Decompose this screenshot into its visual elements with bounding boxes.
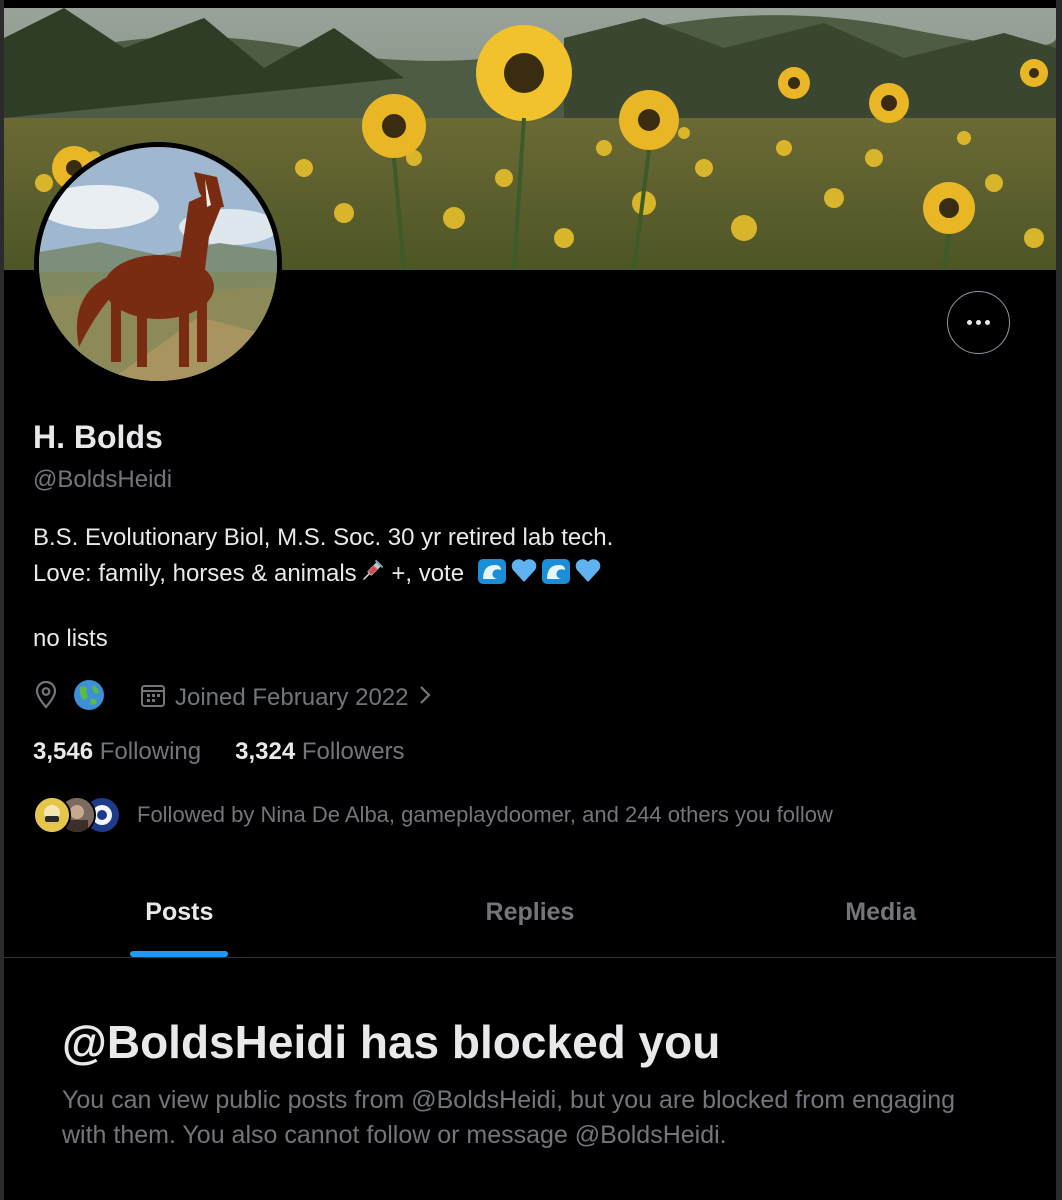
avatar — [33, 796, 71, 834]
more-options-button[interactable] — [947, 291, 1010, 354]
active-tab-indicator — [130, 951, 229, 957]
profile-meta: Joined February 2022 — [33, 679, 432, 718]
follow-counts: 3,546 Following 3,324 Followers — [33, 738, 405, 766]
mutual-follower-avatars — [33, 796, 123, 834]
profile-page: H. Bolds @BoldsHeidi B.S. Evolutionary B… — [4, 0, 1056, 1200]
tab-replies[interactable]: Replies — [355, 880, 706, 957]
following-link[interactable]: 3,546 Following — [33, 738, 201, 766]
tab-media[interactable]: Media — [705, 880, 1056, 957]
profile-handle: @BoldsHeidi — [33, 466, 173, 493]
more-horizontal-icon — [967, 320, 990, 325]
bio-line-3: no lists — [33, 625, 108, 652]
followers-count: 3,324 — [235, 738, 296, 765]
calendar-icon — [139, 681, 167, 716]
profile-bio: B.S. Evolutionary Biol, M.S. Soc. 30 yr … — [33, 520, 933, 595]
following-label: Following — [99, 738, 202, 765]
bio-line-2-suffix: +, vote — [384, 560, 465, 587]
wave-emoji-icon — [477, 559, 506, 584]
blocked-message: You can view public posts from @BoldsHei… — [62, 1086, 956, 1149]
bio-line-2-text: Love: family, horses & animals — [33, 560, 357, 587]
wave-emoji-icon — [541, 559, 570, 584]
syringe-emoji-icon — [359, 558, 385, 595]
bio-line-1: B.S. Evolutionary Biol, M.S. Soc. 30 yr … — [33, 524, 614, 551]
tab-label: Media — [845, 898, 917, 926]
tab-label: Replies — [485, 898, 575, 926]
tab-label: Posts — [145, 898, 214, 926]
followers-label: Followers — [301, 738, 405, 765]
wave-heart-emojis — [477, 557, 602, 585]
blocked-title: @BoldsHeidi has blocked you — [62, 1016, 721, 1068]
tab-posts[interactable]: Posts — [4, 880, 355, 957]
globe-emoji-icon — [73, 679, 105, 718]
followed-by-text: Followed by Nina De Alba, gameplaydoomer… — [137, 802, 833, 827]
location-pin-icon — [33, 680, 59, 716]
joined-date: Joined February 2022 — [175, 684, 409, 711]
blue-heart-emoji-icon — [511, 559, 537, 582]
profile-name: H. Bolds — [33, 419, 163, 455]
horse-painting-image — [39, 147, 277, 381]
bio-line-2: Love: family, horses & animals +, vote — [33, 556, 933, 595]
followed-by-row[interactable]: Followed by Nina De Alba, gameplaydoomer… — [33, 796, 833, 834]
profile-avatar[interactable] — [34, 142, 282, 386]
profile-tabs: Posts Replies Media — [4, 880, 1056, 958]
followers-link[interactable]: 3,324 Followers — [235, 738, 404, 766]
following-count: 3,546 — [33, 738, 94, 765]
blue-heart-emoji-icon — [575, 559, 601, 582]
chevron-right-icon[interactable] — [418, 684, 432, 713]
